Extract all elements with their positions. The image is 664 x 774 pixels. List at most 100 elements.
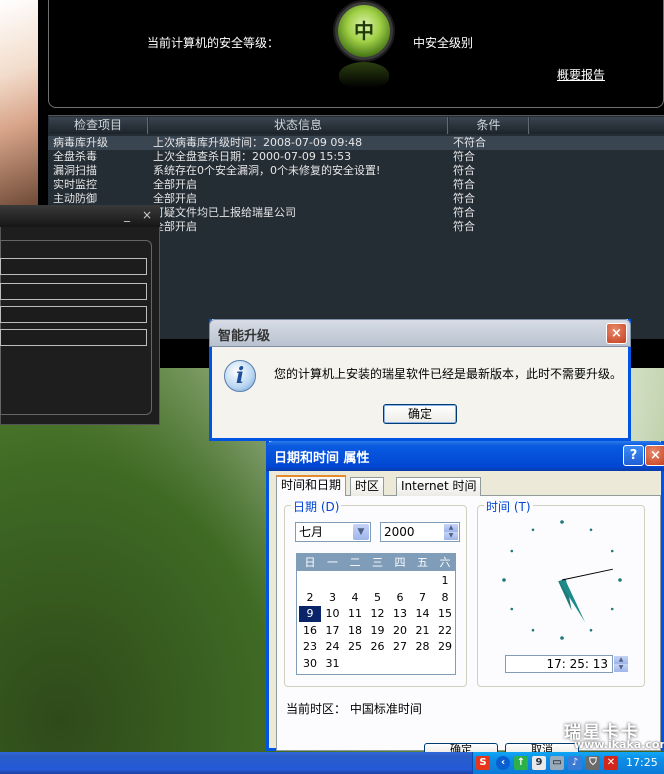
back-window-field[interactable]	[0, 329, 147, 346]
shield-icon[interactable]: ⛉	[586, 756, 600, 770]
calendar-day[interactable]: 23	[299, 639, 321, 655]
volume-icon[interactable]: ♪	[568, 756, 582, 770]
column-header-condition[interactable]: 条件	[449, 117, 529, 134]
clock-tick	[560, 636, 564, 640]
network-icon[interactable]: ↑	[514, 756, 528, 770]
time-value: 17: 25: 13	[546, 657, 608, 671]
security-icon[interactable]: ✕	[604, 756, 618, 770]
clock-tick	[560, 520, 564, 524]
calendar-day[interactable]: 29	[434, 639, 456, 655]
calendar-day[interactable]: 1	[434, 573, 456, 589]
help-button[interactable]: ?	[623, 445, 644, 466]
calendar-day[interactable]: 11	[344, 606, 366, 622]
calendar-day[interactable]: 28	[412, 639, 434, 655]
back-window-field[interactable]	[0, 258, 147, 275]
month-select[interactable]: 七月 ▼	[295, 522, 371, 542]
row-condition: 符合	[453, 178, 475, 191]
table-row[interactable]: 主动防御 全部开启 符合	[48, 192, 664, 206]
time-spinner[interactable]: ▲ ▼	[614, 656, 628, 672]
close-button[interactable]: ×	[142, 208, 152, 222]
table-row[interactable]: 实时监控 全部开启 符合	[48, 178, 664, 192]
analog-clock	[502, 520, 622, 640]
row-condition: 符合	[453, 150, 475, 163]
calendar-day[interactable]: 4	[344, 590, 366, 606]
tab-date-time[interactable]: 时间和日期	[276, 475, 347, 496]
clock-tick	[618, 578, 622, 582]
calendar-day[interactable]: 13	[389, 606, 411, 622]
calendar-day[interactable]: 27	[389, 639, 411, 655]
calendar-day[interactable]: 17	[322, 623, 344, 639]
calendar-day[interactable]: 25	[344, 639, 366, 655]
update-dialog-titlebar[interactable]: 智能升级 ×	[209, 319, 631, 347]
calendar-day[interactable]: 18	[344, 623, 366, 639]
row-item: 主动防御	[53, 192, 97, 205]
time-input[interactable]: 17: 25: 13	[505, 655, 613, 673]
info-icon: i	[224, 360, 256, 392]
row-condition: 符合	[453, 192, 475, 205]
calendar-day[interactable]: 14	[412, 606, 434, 622]
column-header-item[interactable]: 检查项目	[49, 117, 148, 134]
calendar-day[interactable]: 2	[299, 590, 321, 606]
monitor-icon[interactable]: ▭	[550, 756, 564, 770]
column-header-blank	[530, 117, 664, 134]
clock-tick	[531, 528, 535, 532]
second-hand	[561, 568, 613, 581]
taskbar-clock[interactable]: 17:25	[626, 756, 658, 769]
summary-report-link[interactable]: 概要报告	[557, 66, 605, 83]
calendar[interactable]: 日一二三四五六 1 2 3 4 5 6 7 8 9 10 11 12 13 14 15 16 17 18 19 20 21…	[296, 553, 456, 675]
spin-up-icon[interactable]: ▲	[444, 524, 458, 532]
spin-down-icon[interactable]: ▼	[444, 532, 458, 540]
calendar-day[interactable]: 21	[412, 623, 434, 639]
calendar-day[interactable]: 12	[367, 606, 389, 622]
tab-timezone[interactable]: 时区	[350, 477, 385, 496]
datetime-dialog-title: 日期和时间 属性	[274, 451, 370, 466]
weekday-header: 一	[327, 556, 338, 569]
back-window-field[interactable]	[0, 306, 147, 323]
back-icon[interactable]: ‹	[496, 756, 510, 770]
clock-tick	[502, 578, 506, 582]
calendar-day[interactable]: 10	[322, 606, 344, 622]
calendar-day[interactable]: 19	[367, 623, 389, 639]
calendar-day[interactable]: 26	[367, 639, 389, 655]
calendar-day[interactable]: 15	[434, 606, 456, 622]
close-button[interactable]: ×	[645, 445, 664, 466]
close-button[interactable]: ×	[606, 323, 627, 344]
row-condition: 符合	[453, 220, 475, 233]
calendar-day[interactable]: 8	[434, 590, 456, 606]
row-status: 上次病毒库升级时间：2008-07-09 09:48	[153, 136, 363, 149]
column-header-status[interactable]: 状态信息	[149, 117, 448, 134]
weekday-header: 六	[439, 556, 451, 569]
minimize-button[interactable]: _	[124, 208, 130, 222]
row-status: 上次全盘查杀日期：2000-07-09 15:53	[153, 150, 352, 163]
year-spinner[interactable]: 2000 ▲ ▼	[380, 522, 460, 542]
app-icon[interactable]: 9	[532, 756, 546, 770]
weekday-header: 四	[394, 556, 406, 569]
table-row[interactable]: 病毒库升级 上次病毒库升级时间：2008-07-09 09:48 不符合	[48, 136, 664, 150]
calendar-day[interactable]: 5	[367, 590, 389, 606]
calendar-day[interactable]: 3	[322, 590, 344, 606]
table-row[interactable]: 漏洞扫描 系统存在0个安全漏洞，0个未修复的安全设置! 符合	[48, 164, 664, 178]
spin-up-icon[interactable]: ▲	[614, 656, 628, 664]
calendar-day[interactable]: 20	[389, 623, 411, 639]
calendar-day[interactable]: 22	[434, 623, 456, 639]
back-window-titlebar[interactable]: _ ×	[0, 205, 160, 227]
datetime-dialog-titlebar[interactable]: 日期和时间 属性 ? ×	[266, 441, 664, 471]
minute-hand	[559, 578, 586, 623]
tab-internet-time[interactable]: Internet 时间	[396, 477, 482, 496]
back-window-field[interactable]	[0, 283, 147, 300]
row-status: 全部开启	[153, 192, 197, 205]
calendar-day[interactable]: 24	[322, 639, 344, 655]
calendar-day[interactable]: 31	[322, 656, 344, 672]
spin-down-icon[interactable]: ▼	[614, 664, 628, 672]
chevron-down-icon[interactable]: ▼	[353, 524, 369, 540]
ok-button[interactable]: 确定	[383, 404, 457, 424]
clock-tick	[510, 607, 514, 611]
calendar-day[interactable]: 7	[412, 590, 434, 606]
calendar-day[interactable]: 30	[299, 656, 321, 672]
calendar-day[interactable]: 6	[389, 590, 411, 606]
table-row[interactable]: 全盘杀毒 上次全盘查杀日期：2000-07-09 15:53 符合	[48, 150, 664, 164]
rising-s-icon[interactable]: S	[476, 756, 490, 770]
calendar-day[interactable]: 16	[299, 623, 321, 639]
calendar-day[interactable]: 9	[299, 606, 321, 623]
security-level-text: 中安全级别	[413, 36, 474, 50]
